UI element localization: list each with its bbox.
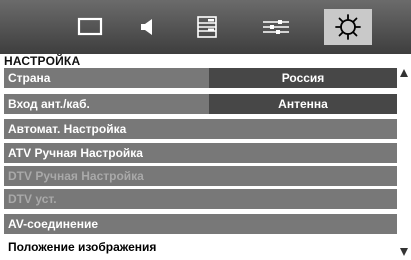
scroll-down-arrow-icon[interactable]: [400, 248, 408, 256]
section-title: НАСТРОЙКА: [4, 54, 81, 68]
menu-item-label: Автомат. Настройка: [8, 122, 127, 136]
menu-item-country[interactable]: Страна Россия: [4, 68, 397, 88]
menu-item-label: Страна: [8, 71, 51, 85]
tv-setup-menu: НАСТРОЙКА Страна Россия Вход ант./каб. А…: [0, 0, 411, 260]
menu-item-auto-tuning[interactable]: Автомат. Настройка: [4, 119, 397, 139]
menu-item-label: DTV уст.: [8, 192, 57, 206]
setup-gear-icon: [335, 14, 361, 40]
tab-setup[interactable]: [324, 9, 372, 45]
sound-icon: [141, 19, 152, 35]
picture-icon: [77, 17, 103, 36]
menu-item-av-connection[interactable]: AV-соединение: [4, 214, 397, 234]
scrollbar[interactable]: [399, 68, 409, 258]
tab-features[interactable]: [183, 9, 231, 45]
menu-item-label: Вход ант./каб.: [8, 97, 90, 111]
menu-item-label: AV-соединение: [8, 217, 99, 231]
menu-item-label: Положение изображения: [8, 240, 157, 254]
antenna-cable-value[interactable]: Антенна: [209, 94, 397, 114]
features-icon: [197, 16, 217, 38]
scroll-up-arrow-icon[interactable]: [400, 69, 408, 77]
menu-item-dtv-settings: DTV уст.: [4, 189, 397, 209]
menu-item-antenna-cable-input[interactable]: Вход ант./каб. Антенна: [4, 94, 397, 114]
tab-preferences[interactable]: [252, 9, 300, 45]
menu-item-label: DTV Ручная Настройка: [8, 169, 144, 183]
menu-item-atv-manual-tuning[interactable]: ATV Ручная Настройка: [4, 143, 397, 163]
country-value[interactable]: Россия: [209, 68, 397, 88]
tab-sound[interactable]: [123, 9, 171, 45]
preferences-icon: [263, 20, 289, 34]
menu-tab-bar: [0, 0, 411, 54]
tab-picture[interactable]: [66, 9, 114, 45]
menu-item-picture-position[interactable]: Положение изображения: [4, 237, 397, 257]
menu-item-label: ATV Ручная Настройка: [8, 146, 143, 160]
menu-item-dtv-manual-tuning: DTV Ручная Настройка: [4, 166, 397, 186]
